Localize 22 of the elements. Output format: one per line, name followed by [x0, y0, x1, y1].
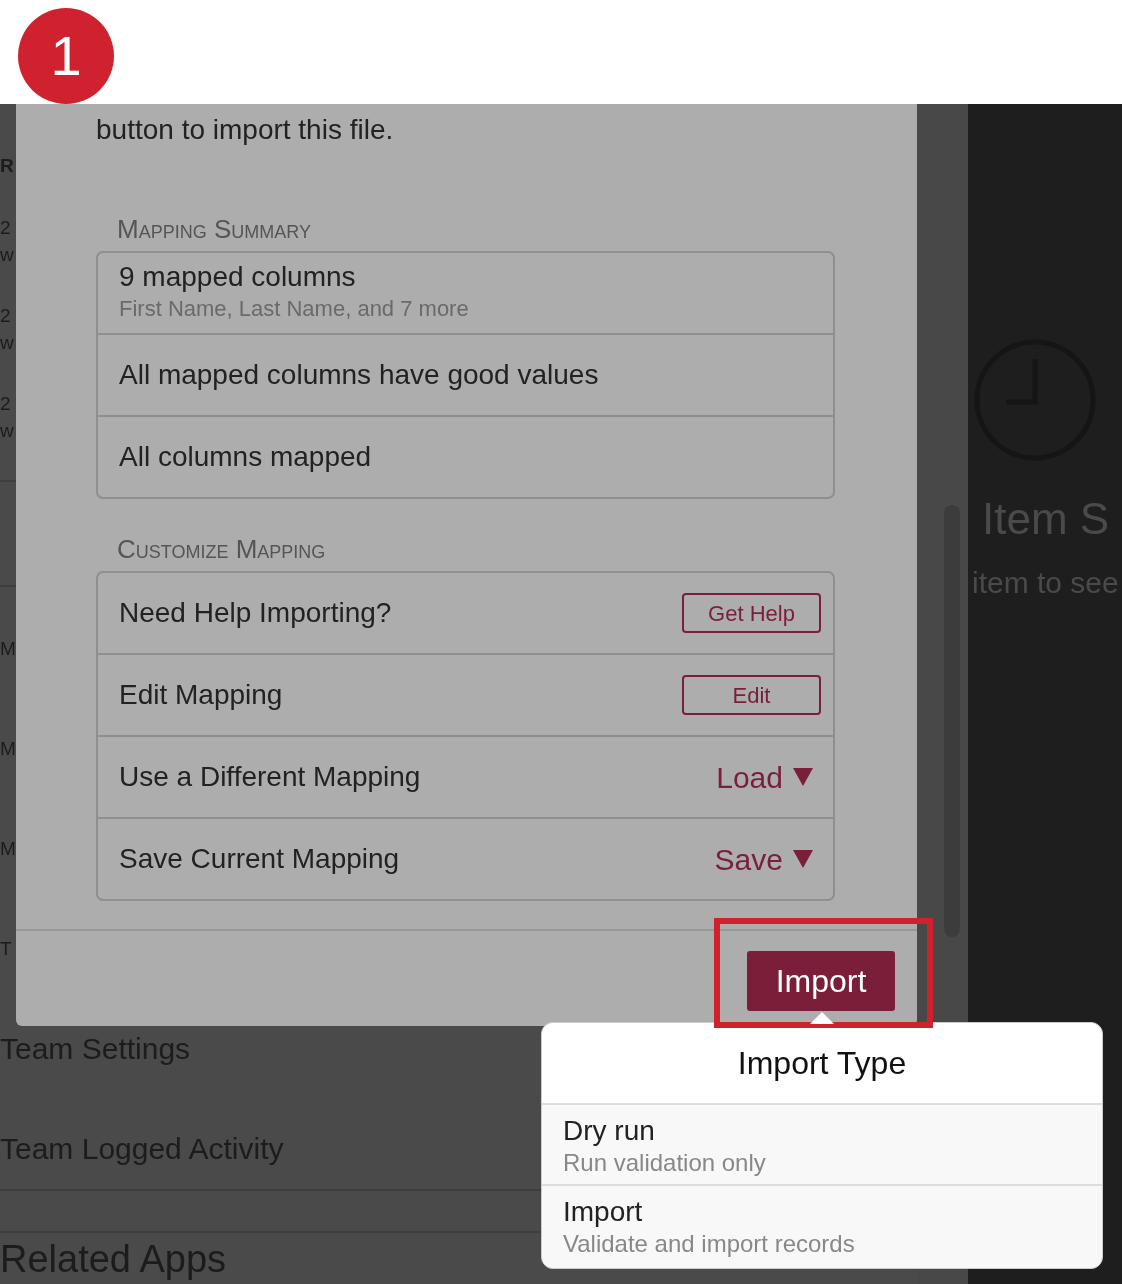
popover-arrow: [810, 1011, 834, 1024]
dropdown-link[interactable]: Save: [714, 836, 821, 882]
row-title: Need Help Importing?: [119, 596, 392, 630]
dropdown-link[interactable]: Load: [716, 754, 821, 800]
popover-title: Import Type: [542, 1023, 1102, 1105]
caret-icon: [793, 850, 813, 868]
section-heading: Customize Mapping: [117, 535, 326, 563]
row-button[interactable]: Edit: [682, 675, 821, 715]
row-title: All mapped columns have good values: [119, 358, 599, 392]
row-subtitle: First Name, Last Name, and 7 more: [119, 295, 469, 323]
row-title: Save Current Mapping: [119, 842, 400, 876]
row-title: Edit Mapping: [119, 678, 283, 712]
caret-icon: [793, 768, 813, 786]
row-title: 9 mapped columns: [119, 261, 357, 293]
row-button[interactable]: Get Help: [682, 593, 821, 633]
import-button[interactable]: Import: [747, 951, 895, 1011]
import-option[interactable]: Import Validate and import records: [542, 1186, 1102, 1267]
row-title: Use a Different Mapping: [119, 760, 421, 794]
import-option[interactable]: Dry run Run validation only: [542, 1105, 1102, 1186]
row-title: All columns mapped: [119, 440, 372, 474]
section-heading: Mapping Summary: [117, 215, 311, 243]
dialog-text: button to import this file.: [96, 113, 395, 147]
